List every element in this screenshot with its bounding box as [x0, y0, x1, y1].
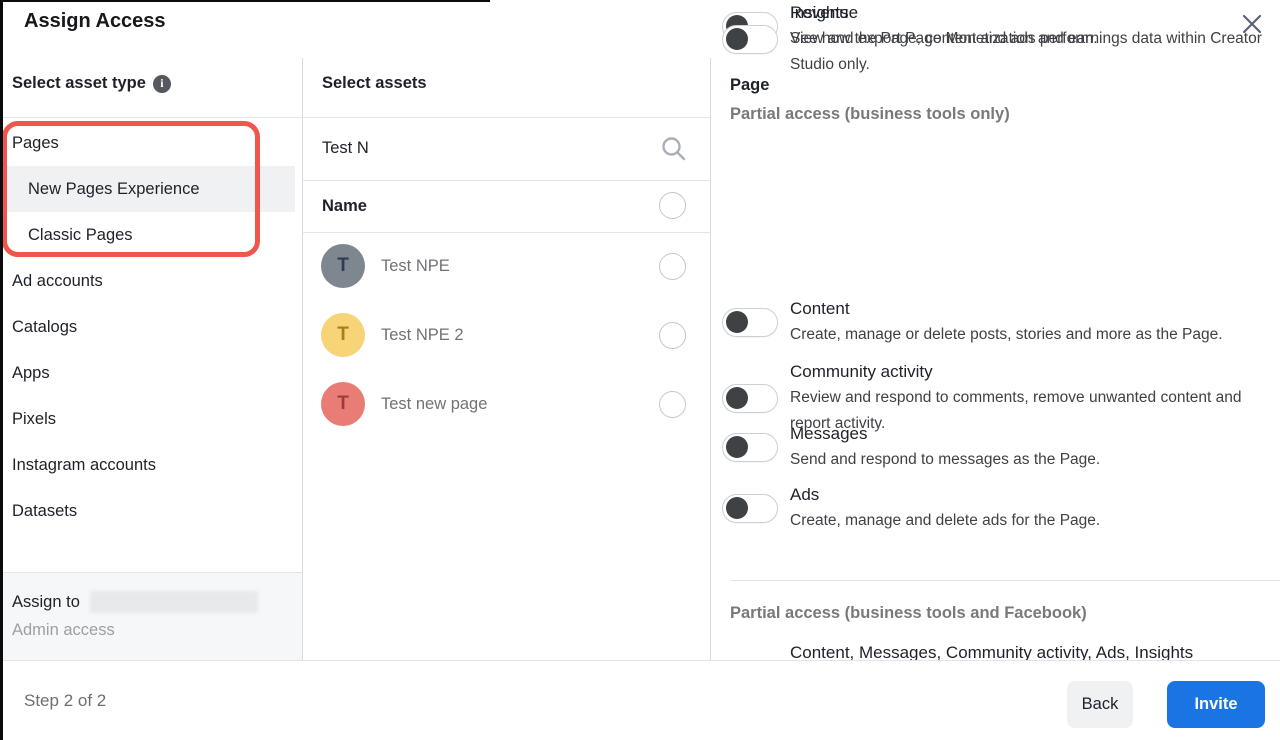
asset-radio[interactable]: [659, 253, 686, 280]
asset-type-pages[interactable]: Pages: [0, 120, 295, 166]
select-all-radio[interactable]: [659, 192, 686, 219]
toggle-content[interactable]: [722, 308, 778, 337]
search-icon: [660, 135, 687, 167]
partial-access-facebook-heading: Partial access (business tools and Faceb…: [730, 604, 1087, 623]
asset-search-input[interactable]: [322, 130, 632, 166]
toggle-knob: [726, 497, 748, 519]
perm-item-revenue: Revenue View and export Page Monetizatio…: [722, 0, 1262, 78]
asset-radio[interactable]: [659, 322, 686, 349]
redacted-recipient-name: [90, 591, 258, 613]
asset-type-datasets[interactable]: Datasets: [0, 488, 295, 534]
toggle-knob: [726, 28, 748, 50]
section-divider: [730, 580, 1280, 581]
asset-type-apps[interactable]: Apps: [0, 350, 295, 396]
asset-name: Test new page: [381, 370, 487, 439]
asset-type-classic-pages[interactable]: Classic Pages: [0, 212, 295, 258]
name-column-header: Name: [322, 192, 367, 220]
heading-divider: [0, 117, 302, 118]
avatar: T: [321, 382, 365, 426]
perm-description: Create, manage and delete ads for the Pa…: [790, 508, 1100, 534]
dialog-footer: Step 2 of 2 Back Invite: [0, 660, 1280, 740]
asset-type-heading: Select asset type i: [12, 74, 171, 93]
toggle-messages[interactable]: [722, 433, 778, 462]
partial-access-tools-heading: Partial access (business tools only): [730, 105, 1010, 124]
access-level-label: Admin access: [12, 621, 290, 640]
assign-access-dialog: Assign Access Select asset type i Pages …: [0, 0, 1280, 740]
asset-row-test-npe[interactable]: T Test NPE: [302, 232, 710, 301]
invite-button[interactable]: Invite: [1167, 681, 1265, 728]
permissions-panel: Page Partial access (business tools only…: [710, 0, 1280, 660]
perm-label: Content: [790, 296, 1223, 322]
perm-label: Ads: [790, 482, 1100, 508]
page-heading: Page: [730, 76, 769, 95]
asset-type-catalogs[interactable]: Catalogs: [0, 304, 295, 350]
toggle-revenue[interactable]: [722, 25, 778, 54]
asset-type-heading-label: Select asset type: [12, 74, 146, 93]
toggle-knob: [726, 311, 748, 333]
perm-item-messages: Messages Send and respond to messages as…: [722, 421, 1262, 473]
perm-item-content: Content Create, manage or delete posts, …: [722, 296, 1262, 348]
asset-type-pixels[interactable]: Pixels: [0, 396, 295, 442]
avatar: T: [321, 244, 365, 288]
asset-type-new-pages-experience[interactable]: New Pages Experience: [0, 166, 295, 212]
perm-label: Revenue: [790, 0, 1262, 26]
avatar: T: [321, 313, 365, 357]
asset-type-list: Pages New Pages Experience Classic Pages…: [0, 120, 302, 534]
asset-radio[interactable]: [659, 391, 686, 418]
asset-type-instagram-accounts[interactable]: Instagram accounts: [0, 442, 295, 488]
asset-name: Test NPE: [381, 232, 450, 301]
perm-label: Messages: [790, 421, 1100, 447]
search-divider: [302, 180, 710, 181]
heading-divider: [302, 117, 710, 118]
asset-name: Test NPE 2: [381, 301, 464, 370]
toggle-knob: [726, 387, 748, 409]
asset-row-test-npe-2[interactable]: T Test NPE 2: [302, 301, 710, 370]
perm-description: Create, manage or delete posts, stories …: [790, 322, 1223, 348]
info-icon[interactable]: i: [153, 75, 171, 93]
perm-description: View and export Page Monetization and ea…: [790, 26, 1262, 78]
toggle-community-activity[interactable]: [722, 384, 778, 413]
perm-label: Community activity: [790, 359, 1262, 385]
window-top-edge: [0, 0, 490, 2]
assign-to-section: Assign to Admin access: [0, 572, 302, 660]
step-indicator: Step 2 of 2: [24, 691, 106, 711]
asset-type-ad-accounts[interactable]: Ad accounts: [0, 258, 295, 304]
toggle-knob: [726, 436, 748, 458]
back-button[interactable]: Back: [1067, 681, 1133, 728]
toggle-ads[interactable]: [722, 494, 778, 523]
assets-heading: Select assets: [322, 74, 427, 93]
assets-panel: Select assets Name T Test NPE T Test NPE…: [302, 0, 710, 660]
perm-item-ads: Ads Create, manage and delete ads for th…: [722, 482, 1262, 534]
window-left-edge: [0, 0, 3, 740]
asset-row-test-new-page[interactable]: T Test new page: [302, 370, 710, 439]
perm-description: Send and respond to messages as the Page…: [790, 447, 1100, 473]
clipped-permissions-preview: Content, Messages, Community activity, A…: [790, 641, 1270, 660]
assign-to-label: Assign to: [12, 593, 80, 612]
asset-type-panel: Select asset type i Pages New Pages Expe…: [0, 0, 302, 660]
